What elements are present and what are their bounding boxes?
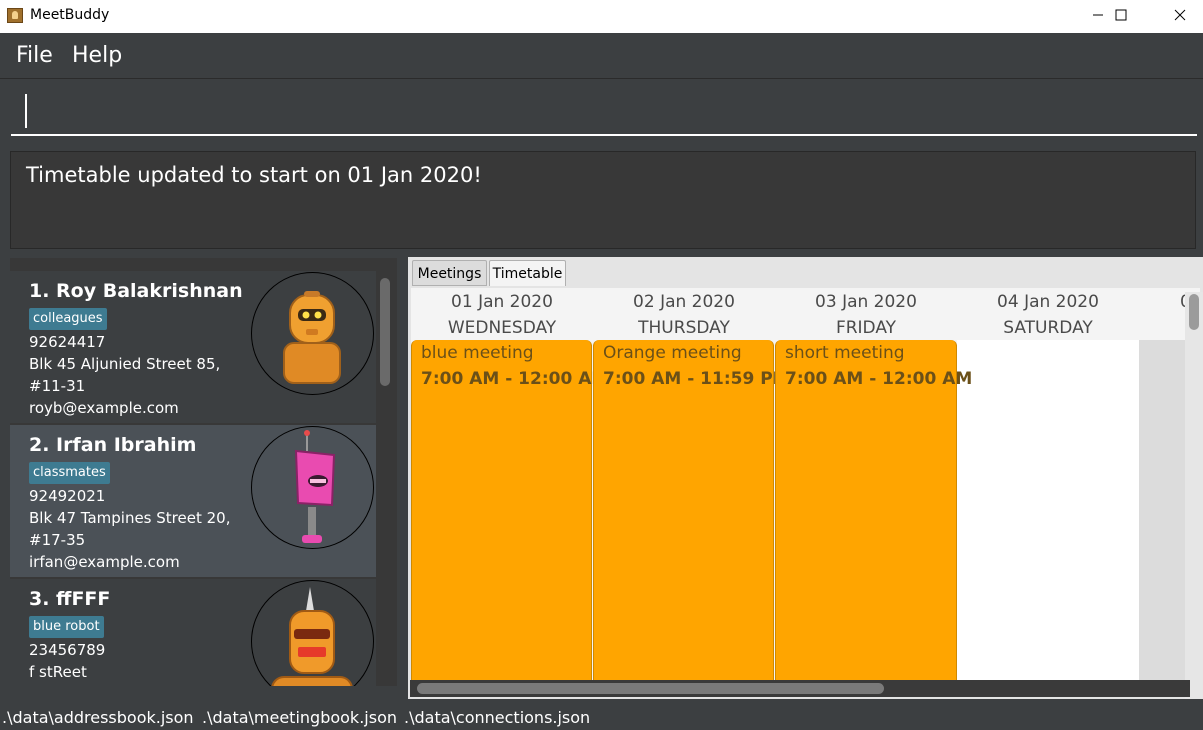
day-date: 04 Jan 2020 xyxy=(997,292,1099,312)
scrollbar-thumb[interactable] xyxy=(417,683,884,694)
day-weekday: THURSDAY xyxy=(638,318,730,338)
person-list[interactable]: 1. Roy Balakrishnan colleagues 92624417 … xyxy=(10,258,397,686)
person-address: Blk 47 Tampines Street 20, xyxy=(29,509,231,527)
meeting-title: Orange meeting xyxy=(603,343,742,363)
meeting-block[interactable]: Orange meeting 7:00 AM - 11:59 PM xyxy=(593,340,790,682)
result-message: Timetable updated to start on 01 Jan 202… xyxy=(26,163,482,187)
menu-help[interactable]: Help xyxy=(72,43,122,68)
person-email: irfan@example.com xyxy=(29,553,180,571)
person-tag: blue robot xyxy=(29,616,104,638)
robot-avatar-icon xyxy=(294,430,336,543)
person-phone: 23456789 xyxy=(29,641,106,659)
connections-path: .\data\connections.json xyxy=(404,708,591,727)
window-title: MeetBuddy xyxy=(30,7,110,23)
text-caret xyxy=(25,94,27,128)
menu-file[interactable]: File xyxy=(16,43,53,68)
day-date: 03 Jan 2020 xyxy=(815,292,917,312)
tab-pane: Meetings Timetable 01 Jan 2020 WEDNESDAY… xyxy=(408,257,1203,699)
close-button[interactable] xyxy=(1157,0,1203,33)
person-name: 2. Irfan Ibrahim xyxy=(29,434,197,456)
day-date: 01 Jan 2020 xyxy=(451,292,553,312)
person-phone: 92492021 xyxy=(29,487,106,505)
person-address-line2: #11-31 xyxy=(29,377,86,395)
meeting-block[interactable]: blue meeting 7:00 AM - 12:00 AM xyxy=(411,340,608,682)
menu-bar: File Help xyxy=(0,33,1203,79)
person-phone: 92624417 xyxy=(29,333,106,351)
maximize-button[interactable] xyxy=(1098,0,1144,33)
close-icon xyxy=(1174,9,1186,21)
meeting-time: 7:00 AM - 12:00 AM xyxy=(421,369,609,389)
day-weekday: FRIDAY xyxy=(835,318,897,338)
meetingbook-path: .\data\meetingbook.json xyxy=(202,708,397,727)
meeting-title: blue meeting xyxy=(421,343,534,363)
app-icon xyxy=(7,8,23,23)
person-tag: colleagues xyxy=(29,308,107,330)
day-slot-empty xyxy=(957,340,1139,682)
person-list-scrollbar[interactable] xyxy=(380,278,390,386)
avatar xyxy=(251,580,374,686)
person-address: Blk 45 Aljunied Street 85, xyxy=(29,355,221,373)
person-address: f stReet xyxy=(29,663,87,681)
meeting-time: 7:00 AM - 12:00 AM xyxy=(785,369,973,389)
meeting-title: short meeting xyxy=(785,343,905,363)
title-bar: MeetBuddy xyxy=(0,0,1203,33)
timetable-view: 01 Jan 2020 WEDNESDAY 02 Jan 2020 THURSD… xyxy=(411,288,1200,697)
maximize-icon xyxy=(1115,9,1127,21)
tab-timetable[interactable]: Timetable xyxy=(489,260,566,286)
person-card[interactable]: 3. ffFFF blue robot 23456789 f stReet xyxy=(10,579,376,686)
robot-avatar-icon xyxy=(271,587,353,686)
day-weekday: WEDNESDAY xyxy=(447,318,557,338)
addressbook-path: .\data\addressbook.json xyxy=(2,708,194,727)
person-tag: classmates xyxy=(29,462,110,484)
scrollbar-thumb[interactable] xyxy=(1189,294,1199,330)
avatar xyxy=(251,426,374,549)
person-name: 1. Roy Balakrishnan xyxy=(29,280,243,302)
meeting-block[interactable]: short meeting 7:00 AM - 12:00 AM xyxy=(775,340,972,682)
command-input[interactable] xyxy=(11,85,1197,136)
day-date: 02 Jan 2020 xyxy=(633,292,735,312)
meeting-time: 7:00 AM - 11:59 PM xyxy=(603,369,790,389)
person-card[interactable]: 2. Irfan Ibrahim classmates 92492021 Blk… xyxy=(10,425,376,577)
timetable-horizontal-scrollbar[interactable] xyxy=(410,680,1190,697)
tab-meetings[interactable]: Meetings xyxy=(412,260,487,286)
person-card[interactable]: 1. Roy Balakrishnan colleagues 92624417 … xyxy=(10,271,376,423)
result-display: Timetable updated to start on 01 Jan 202… xyxy=(10,151,1196,249)
avatar xyxy=(251,272,374,395)
person-name: 3. ffFFF xyxy=(29,588,111,610)
status-bar: .\data\addressbook.json .\data\meetingbo… xyxy=(0,704,1203,730)
timetable-vertical-scrollbar[interactable] xyxy=(1185,292,1203,699)
person-address-line2: #17-35 xyxy=(29,531,86,549)
day-weekday: SATURDAY xyxy=(1003,318,1093,338)
robot-avatar-icon xyxy=(283,291,341,384)
person-email: royb@example.com xyxy=(29,399,179,417)
